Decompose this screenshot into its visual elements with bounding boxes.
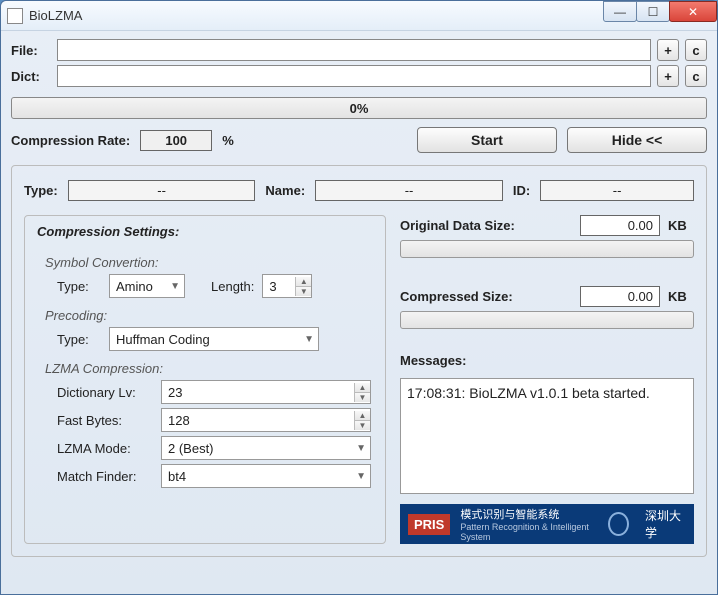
lzma-mode-combo[interactable]: 2 (Best) ▼	[161, 436, 371, 460]
details-panel: Type: -- Name: -- ID: -- Compression Set…	[11, 165, 707, 557]
main-progress-bar: 0%	[11, 97, 707, 119]
start-button[interactable]: Start	[417, 127, 557, 153]
meta-strip: Type: -- Name: -- ID: --	[24, 180, 694, 201]
type-value: --	[68, 180, 256, 201]
name-value: --	[315, 180, 503, 201]
compressed-size-value: 0.00	[580, 286, 660, 307]
name-label: Name:	[265, 183, 305, 198]
dict-label: Dict:	[11, 69, 51, 84]
dict-row: Dict: + c	[11, 65, 707, 87]
app-icon	[7, 8, 23, 24]
dict-clear-button[interactable]: c	[685, 65, 707, 87]
precoding-type-label: Type:	[57, 332, 101, 347]
symbol-length-spinner[interactable]: 3 ▲▼	[262, 274, 312, 298]
close-button[interactable]: ✕	[669, 1, 717, 22]
pris-logo: PRIS	[408, 514, 450, 535]
maximize-button[interactable]: ☐	[636, 1, 670, 22]
dict-lv-spinner[interactable]: 23 ▲▼	[161, 380, 371, 404]
content-area: File: + c Dict: + c 0% Compression Rate:…	[1, 31, 717, 565]
fast-bytes-spinner[interactable]: 128 ▲▼	[161, 408, 371, 432]
rate-value: 100	[140, 130, 212, 151]
file-input[interactable]	[57, 39, 651, 61]
original-size-progress	[400, 240, 694, 258]
fast-bytes-label: Fast Bytes:	[57, 413, 153, 428]
hide-button[interactable]: Hide <<	[567, 127, 707, 153]
file-clear-button[interactable]: c	[685, 39, 707, 61]
app-window: BioLZMA — ☐ ✕ File: + c Dict: + c 0% Com…	[0, 0, 718, 595]
settings-group: Compression Settings: Symbol Convertion:…	[24, 215, 386, 544]
lzma-title: LZMA Compression:	[45, 361, 371, 376]
rate-row: Compression Rate: 100 % Start Hide <<	[11, 127, 707, 153]
chevron-down-icon: ▼	[356, 443, 366, 454]
window-title: BioLZMA	[29, 8, 82, 23]
banner-en: Pattern Recognition & Intelligent System	[460, 522, 598, 542]
symbol-type-combo[interactable]: Amino ▼	[109, 274, 185, 298]
university-seal-icon	[608, 512, 629, 536]
banner-cn: 模式识别与智能系统	[460, 506, 598, 522]
original-size-unit: KB	[668, 218, 694, 233]
file-row: File: + c	[11, 39, 707, 61]
compressed-size-progress	[400, 311, 694, 329]
original-size-block: Original Data Size: 0.00 KB	[400, 215, 694, 258]
type-label: Type:	[24, 183, 58, 198]
dict-lv-label: Dictionary Lv:	[57, 385, 153, 400]
minimize-button[interactable]: —	[603, 1, 637, 22]
titlebar[interactable]: BioLZMA — ☐ ✕	[1, 1, 717, 31]
compressed-size-unit: KB	[668, 289, 694, 304]
file-label: File:	[11, 43, 51, 58]
lzma-mode-label: LZMA Mode:	[57, 441, 153, 456]
precoding-title: Precoding:	[45, 308, 371, 323]
chevron-down-icon: ▼	[304, 334, 314, 345]
columns: Compression Settings: Symbol Convertion:…	[24, 215, 694, 544]
university-name: 深圳大学	[645, 507, 686, 541]
match-finder-combo[interactable]: bt4 ▼	[161, 464, 371, 488]
compressed-size-label: Compressed Size:	[400, 289, 572, 304]
messages-label: Messages:	[400, 353, 694, 368]
footer-banner: PRIS 模式识别与智能系统 Pattern Recognition & Int…	[400, 504, 694, 544]
rate-label: Compression Rate:	[11, 133, 130, 148]
stats-column: Original Data Size: 0.00 KB Compressed S…	[400, 215, 694, 544]
precoding-type-combo[interactable]: Huffman Coding ▼	[109, 327, 319, 351]
id-value: --	[540, 180, 694, 201]
dict-input[interactable]	[57, 65, 651, 87]
compressed-size-block: Compressed Size: 0.00 KB	[400, 286, 694, 329]
dict-add-button[interactable]: +	[657, 65, 679, 87]
original-size-value: 0.00	[580, 215, 660, 236]
match-finder-label: Match Finder:	[57, 469, 153, 484]
window-controls: — ☐ ✕	[604, 1, 717, 22]
settings-column: Compression Settings: Symbol Convertion:…	[24, 215, 386, 544]
original-size-label: Original Data Size:	[400, 218, 572, 233]
rate-unit: %	[222, 133, 234, 148]
settings-legend: Compression Settings:	[33, 224, 183, 239]
symbol-length-label: Length:	[211, 279, 254, 294]
messages-box[interactable]: 17:08:31: BioLZMA v1.0.1 beta started.	[400, 378, 694, 494]
messages-text: 17:08:31: BioLZMA v1.0.1 beta started.	[407, 385, 687, 401]
chevron-down-icon: ▼	[170, 281, 180, 292]
chevron-down-icon: ▼	[356, 471, 366, 482]
symbol-type-label: Type:	[57, 279, 101, 294]
symbol-title: Symbol Convertion:	[45, 255, 371, 270]
file-add-button[interactable]: +	[657, 39, 679, 61]
id-label: ID:	[513, 183, 530, 198]
progress-text: 0%	[350, 101, 369, 116]
